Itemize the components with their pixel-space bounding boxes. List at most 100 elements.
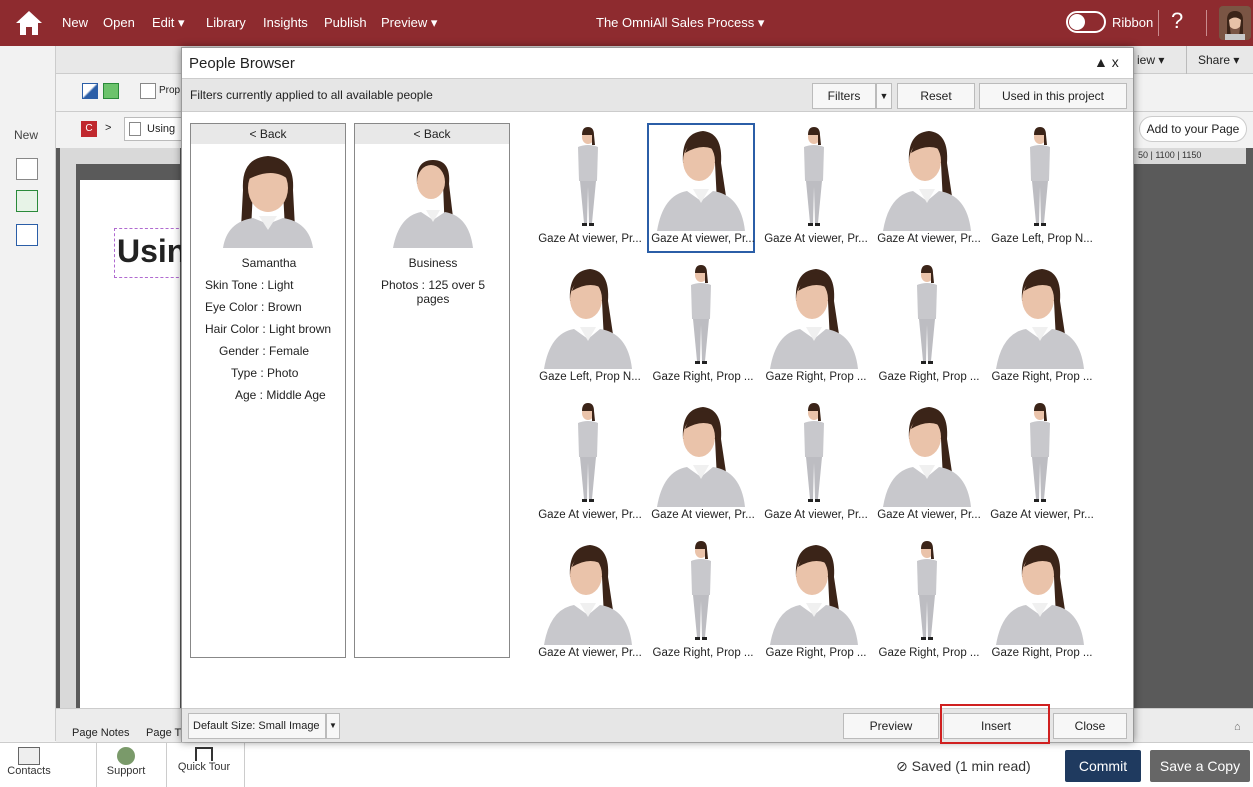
contacts-button[interactable]: Contacts xyxy=(0,743,58,787)
menu-preview[interactable]: Preview ▾ xyxy=(381,0,437,46)
insert-highlight xyxy=(940,704,1050,744)
person-card: < Back Samantha Skin Tone : Light Eye Co… xyxy=(190,123,346,658)
thumbnail-item[interactable]: Gaze Right, Prop ... xyxy=(873,537,981,667)
page-notes-tab[interactable]: Page Notes xyxy=(72,727,129,739)
dialog-title: People Browser xyxy=(189,55,295,72)
default-size-select[interactable]: Default Size: Small Image xyxy=(188,713,326,739)
person-back-button[interactable]: < Back xyxy=(191,124,345,144)
thumbnail-item[interactable]: Gaze Right, Prop ... xyxy=(986,537,1094,667)
support-icon xyxy=(117,747,135,765)
image-icon[interactable] xyxy=(103,83,119,99)
properties-icon[interactable] xyxy=(140,83,156,99)
thumbnail-caption: Gaze Right, Prop ... xyxy=(878,647,980,659)
page-tab[interactable]: Page T xyxy=(146,727,181,739)
question-block-icon[interactable] xyxy=(16,190,38,212)
preview-button[interactable]: Preview xyxy=(843,713,939,739)
person-portrait xyxy=(213,150,323,248)
menu-insights[interactable]: Insights xyxy=(263,0,308,46)
thumbnail-item[interactable]: Gaze At viewer, Pr... xyxy=(534,537,642,667)
thumbnail-item[interactable]: Gaze At viewer, Pr... xyxy=(647,123,755,253)
commit-button[interactable]: Commit xyxy=(1065,750,1141,782)
search-block-icon[interactable] xyxy=(16,224,38,246)
page-type-icon[interactable]: C xyxy=(81,121,97,137)
thumbnail-caption: Gaze At viewer, Pr... xyxy=(538,647,642,659)
share-menu[interactable]: Share ▾ xyxy=(1198,53,1239,67)
top-bar: New Open Edit ▾ Library Insights Publish… xyxy=(0,0,1253,46)
ribbon-toggle[interactable] xyxy=(1066,11,1106,33)
menu-library[interactable]: Library xyxy=(206,0,246,46)
thumbnail-caption: Gaze Right, Prop ... xyxy=(991,371,1093,383)
thumbnail-caption: Gaze Right, Prop ... xyxy=(878,371,980,383)
thumbnail-item[interactable]: Gaze Left, Prop N... xyxy=(534,261,642,391)
attr-gender: Gender : Female xyxy=(219,344,310,358)
color-icon[interactable] xyxy=(82,83,98,99)
user-avatar[interactable] xyxy=(1219,6,1251,40)
filter-bar: Filters currently applied to all availab… xyxy=(182,78,1133,112)
help-icon[interactable]: ? xyxy=(1171,8,1183,34)
thumbnail-item[interactable]: Gaze At viewer, Pr... xyxy=(873,399,981,529)
used-in-project-button[interactable]: Used in this project xyxy=(979,83,1127,109)
thumbnail-caption: Gaze At viewer, Pr... xyxy=(764,509,868,521)
thumbnail-item[interactable]: Gaze At viewer, Pr... xyxy=(986,399,1094,529)
thumbnail-item[interactable]: Gaze Right, Prop ... xyxy=(873,261,981,391)
toggle-knob xyxy=(1069,14,1085,30)
thumbnail-item[interactable]: Gaze Right, Prop ... xyxy=(647,261,755,391)
filters-button[interactable]: Filters xyxy=(812,83,876,109)
thumbnail-caption: Gaze Right, Prop ... xyxy=(991,647,1093,659)
collection-back-button[interactable]: < Back xyxy=(355,124,509,144)
collection-card: < Back Business Photos : 125 over 5 page… xyxy=(354,123,510,658)
properties-label[interactable]: Prop xyxy=(159,85,180,96)
add-to-page-button[interactable]: Add to your Page xyxy=(1139,116,1247,142)
divider xyxy=(1186,46,1187,74)
expand-icon[interactable]: ⌂ xyxy=(1234,721,1241,733)
thumbnail-caption: Gaze Right, Prop ... xyxy=(765,371,867,383)
collection-name: Business xyxy=(408,256,458,270)
thumbnail-caption: Gaze At viewer, Pr... xyxy=(651,233,755,245)
collection-photos-count: Photos : 125 over 5 xyxy=(380,278,486,292)
dialog-window-controls[interactable]: ▲ x xyxy=(1094,54,1119,70)
menu-open[interactable]: Open xyxy=(103,0,135,46)
close-button[interactable]: Close xyxy=(1053,713,1127,739)
menu-publish[interactable]: Publish xyxy=(324,0,367,46)
menu-new[interactable]: New xyxy=(62,0,88,46)
home-icon[interactable] xyxy=(14,9,44,37)
thumbnail-caption: Gaze At viewer, Pr... xyxy=(538,233,642,245)
view-menu[interactable]: iew ▾ xyxy=(1137,53,1164,67)
breadcrumb-separator: > xyxy=(105,122,112,134)
attr-type: Type : Photo xyxy=(231,366,299,380)
page-heading[interactable]: Usin xyxy=(114,228,186,278)
thumbnail-item[interactable]: Gaze Right, Prop ... xyxy=(760,537,868,667)
divider xyxy=(1158,10,1159,36)
people-browser-dialog: People Browser ▲ x Filters currently app… xyxy=(181,47,1134,742)
quick-tour-label: Quick Tour xyxy=(177,761,231,773)
ruler-top xyxy=(60,148,180,164)
menu-edit[interactable]: Edit ▾ xyxy=(152,0,185,46)
thumbnail-item[interactable]: Gaze Left, Prop N... xyxy=(986,123,1094,253)
collection-thumbnail xyxy=(383,150,483,248)
thumbnail-item[interactable]: Gaze Right, Prop ... xyxy=(647,537,755,667)
thumbnail-caption: Gaze At viewer, Pr... xyxy=(990,509,1094,521)
contacts-icon xyxy=(18,747,40,765)
thumbnail-item[interactable]: Gaze Right, Prop ... xyxy=(760,261,868,391)
reset-button[interactable]: Reset xyxy=(897,83,975,109)
layout-icon[interactable] xyxy=(16,158,38,180)
save-copy-button[interactable]: Save a Copy xyxy=(1150,750,1250,782)
thumbnail-item[interactable]: Gaze At viewer, Pr... xyxy=(647,399,755,529)
thumbnail-caption: Gaze At viewer, Pr... xyxy=(538,509,642,521)
filters-dropdown-icon[interactable]: ▼ xyxy=(876,83,892,109)
thumbnail-item[interactable]: Gaze At viewer, Pr... xyxy=(760,399,868,529)
person-name: Samantha xyxy=(241,256,297,270)
thumbnail-item[interactable]: Gaze At viewer, Pr... xyxy=(873,123,981,253)
default-size-dropdown-icon[interactable]: ▼ xyxy=(326,713,340,739)
breadcrumb-page[interactable]: Using xyxy=(124,117,184,141)
page-icon xyxy=(129,122,141,136)
project-title[interactable]: The OmniAll Sales Process ▾ xyxy=(596,0,764,46)
quick-tour-button[interactable]: Quick Tour xyxy=(172,743,236,787)
attr-age: Age : Middle Age xyxy=(235,388,326,402)
thumbnail-item[interactable]: Gaze At viewer, Pr... xyxy=(534,399,642,529)
thumbnail-item[interactable]: Gaze At viewer, Pr... xyxy=(760,123,868,253)
thumbnail-item[interactable]: Gaze At viewer, Pr... xyxy=(534,123,642,253)
divider xyxy=(166,743,167,787)
support-button[interactable]: Support xyxy=(100,743,152,787)
thumbnail-item[interactable]: Gaze Right, Prop ... xyxy=(986,261,1094,391)
